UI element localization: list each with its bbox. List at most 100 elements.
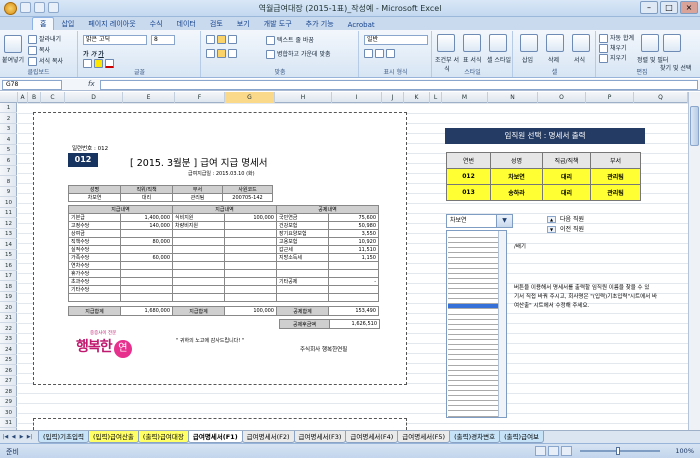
table-format-button[interactable]: 표 서식 [463, 55, 481, 64]
close-button[interactable]: × [680, 1, 698, 14]
paste-icon[interactable] [4, 35, 22, 53]
listbox-scrollbar[interactable] [498, 231, 506, 417]
row-header[interactable]: 7 [0, 166, 17, 176]
tab-addins[interactable]: 추가 기능 [299, 18, 341, 30]
row-header[interactable]: 22 [0, 324, 17, 334]
row-header[interactable]: 17 [0, 271, 17, 281]
delete-cells-icon[interactable] [546, 34, 564, 52]
first-sheet-icon[interactable]: |◀ [2, 433, 9, 441]
row-header[interactable]: 12 [0, 219, 17, 229]
sheet-tab[interactable]: (출력)급여대장 [137, 431, 189, 443]
sheet-tab[interactable]: 급여명세서(F3) [293, 431, 347, 443]
tab-insert[interactable]: 삽입 [54, 18, 81, 30]
row-header[interactable]: 8 [0, 177, 17, 187]
sheet-tab[interactable]: 급여명세서(F4) [345, 431, 399, 443]
column-header[interactable]: N [488, 92, 538, 103]
column-header[interactable]: B [28, 92, 41, 103]
zoom-slider[interactable] [580, 447, 660, 455]
row-header[interactable]: 19 [0, 292, 17, 302]
table-format-icon[interactable] [463, 34, 481, 52]
list-item[interactable] [448, 412, 498, 417]
format-cells-icon[interactable] [572, 34, 590, 52]
arrow-up-icon[interactable]: ▲ [547, 216, 556, 223]
bold-button[interactable]: 가 가 가 [83, 49, 104, 58]
fill-button[interactable]: 채우기 [599, 43, 627, 53]
font-name-combo[interactable]: 맑은 고딕 [83, 35, 147, 45]
row-header[interactable]: 11 [0, 208, 17, 218]
align-left-buttons[interactable] [206, 49, 239, 58]
tab-acrobat[interactable]: Acrobat [341, 20, 382, 30]
fx-icon[interactable]: fx [88, 80, 95, 88]
sort-filter-icon[interactable] [641, 34, 659, 52]
row-header[interactable]: 23 [0, 334, 17, 344]
tab-home[interactable]: 홈 [32, 17, 55, 30]
column-header[interactable]: A [18, 92, 28, 103]
sheet-tab[interactable]: 급여명세서(F5) [397, 431, 451, 443]
select-all-corner[interactable] [0, 92, 18, 103]
tab-view[interactable]: 보기 [230, 18, 257, 30]
table-row[interactable]: 012 차보연 대리 관리팀 [446, 168, 641, 185]
sheet-tab-active[interactable]: 급여명세서(F1) [187, 431, 243, 443]
normal-view-icon[interactable] [535, 446, 546, 456]
vertical-scrollbar[interactable] [688, 92, 700, 430]
format-painter-button[interactable]: 서식 복사 [28, 56, 63, 66]
row-header[interactable]: 18 [0, 282, 17, 292]
row-header[interactable]: 16 [0, 261, 17, 271]
column-header[interactable]: L [430, 92, 442, 103]
find-select-icon[interactable] [663, 34, 681, 52]
row-header[interactable]: 15 [0, 250, 17, 260]
row-header[interactable]: 4 [0, 135, 17, 145]
zoom-slider-thumb[interactable] [616, 447, 620, 455]
row-header[interactable]: 14 [0, 240, 17, 250]
formula-input[interactable] [100, 80, 698, 90]
prev-employee-button[interactable]: ▼ 이전 직원 [547, 224, 584, 233]
merge-center-button[interactable]: 병합하고 가운데 맞춤 [266, 49, 331, 59]
chevron-down-icon[interactable]: ▼ [496, 215, 512, 227]
tab-developer[interactable]: 개발 도구 [257, 18, 299, 30]
prev-sheet-icon[interactable]: ◀ [10, 433, 17, 441]
format-cells-button[interactable]: 서식 [574, 55, 585, 64]
autosum-button[interactable]: 자동 합계 [599, 33, 634, 43]
row-header[interactable]: 20 [0, 303, 17, 313]
scroll-thumb[interactable] [690, 106, 699, 146]
tab-formulas[interactable]: 수식 [143, 18, 170, 30]
row-header[interactable]: 26 [0, 366, 17, 376]
row-header[interactable]: 27 [0, 376, 17, 386]
sheet-tab[interactable]: (출력)경차변호 [449, 431, 501, 443]
row-header[interactable]: 25 [0, 355, 17, 365]
delete-cells-button[interactable]: 삭제 [548, 55, 559, 64]
row-header[interactable]: 10 [0, 198, 17, 208]
next-sheet-icon[interactable]: ▶ [18, 433, 25, 441]
column-header-active[interactable]: G [225, 92, 275, 103]
number-format-combo[interactable]: 일반 [364, 35, 428, 45]
clear-button[interactable]: 지우기 [599, 53, 627, 63]
column-header[interactable]: C [41, 92, 65, 103]
align-top-buttons[interactable] [206, 35, 239, 44]
column-header[interactable]: H [275, 92, 332, 103]
sheet-tab[interactable]: (입력)급여산출 [87, 431, 139, 443]
tab-review[interactable]: 검토 [203, 18, 230, 30]
insert-cells-icon[interactable] [520, 34, 538, 52]
page-break-view-icon[interactable] [561, 446, 572, 456]
name-box[interactable]: G78 [2, 80, 62, 90]
row-header[interactable]: 6 [0, 156, 17, 166]
column-header[interactable]: F [175, 92, 225, 103]
row-header[interactable]: 28 [0, 387, 17, 397]
row-header[interactable]: 13 [0, 229, 17, 239]
arrow-down-icon[interactable]: ▼ [547, 226, 556, 233]
font-size-combo[interactable]: 8 [151, 35, 175, 45]
row-header[interactable]: 24 [0, 345, 17, 355]
tab-page-layout[interactable]: 페이지 레이아웃 [81, 18, 142, 30]
column-header[interactable]: D [65, 92, 123, 103]
tab-data[interactable]: 데이터 [170, 18, 203, 30]
cut-button[interactable]: 잘라내기 [28, 34, 61, 44]
sheet-tab[interactable]: (입력)기초입력 [38, 431, 89, 443]
column-header[interactable]: E [123, 92, 175, 103]
wrap-text-button[interactable]: 텍스트 줄 바꿈 [266, 35, 314, 45]
row-header[interactable]: 9 [0, 187, 17, 197]
row-header[interactable]: 3 [0, 124, 17, 134]
row-header[interactable]: 2 [0, 114, 17, 124]
conditional-format-icon[interactable] [437, 34, 455, 52]
page-layout-view-icon[interactable] [548, 446, 559, 456]
currency-buttons[interactable] [364, 49, 397, 58]
